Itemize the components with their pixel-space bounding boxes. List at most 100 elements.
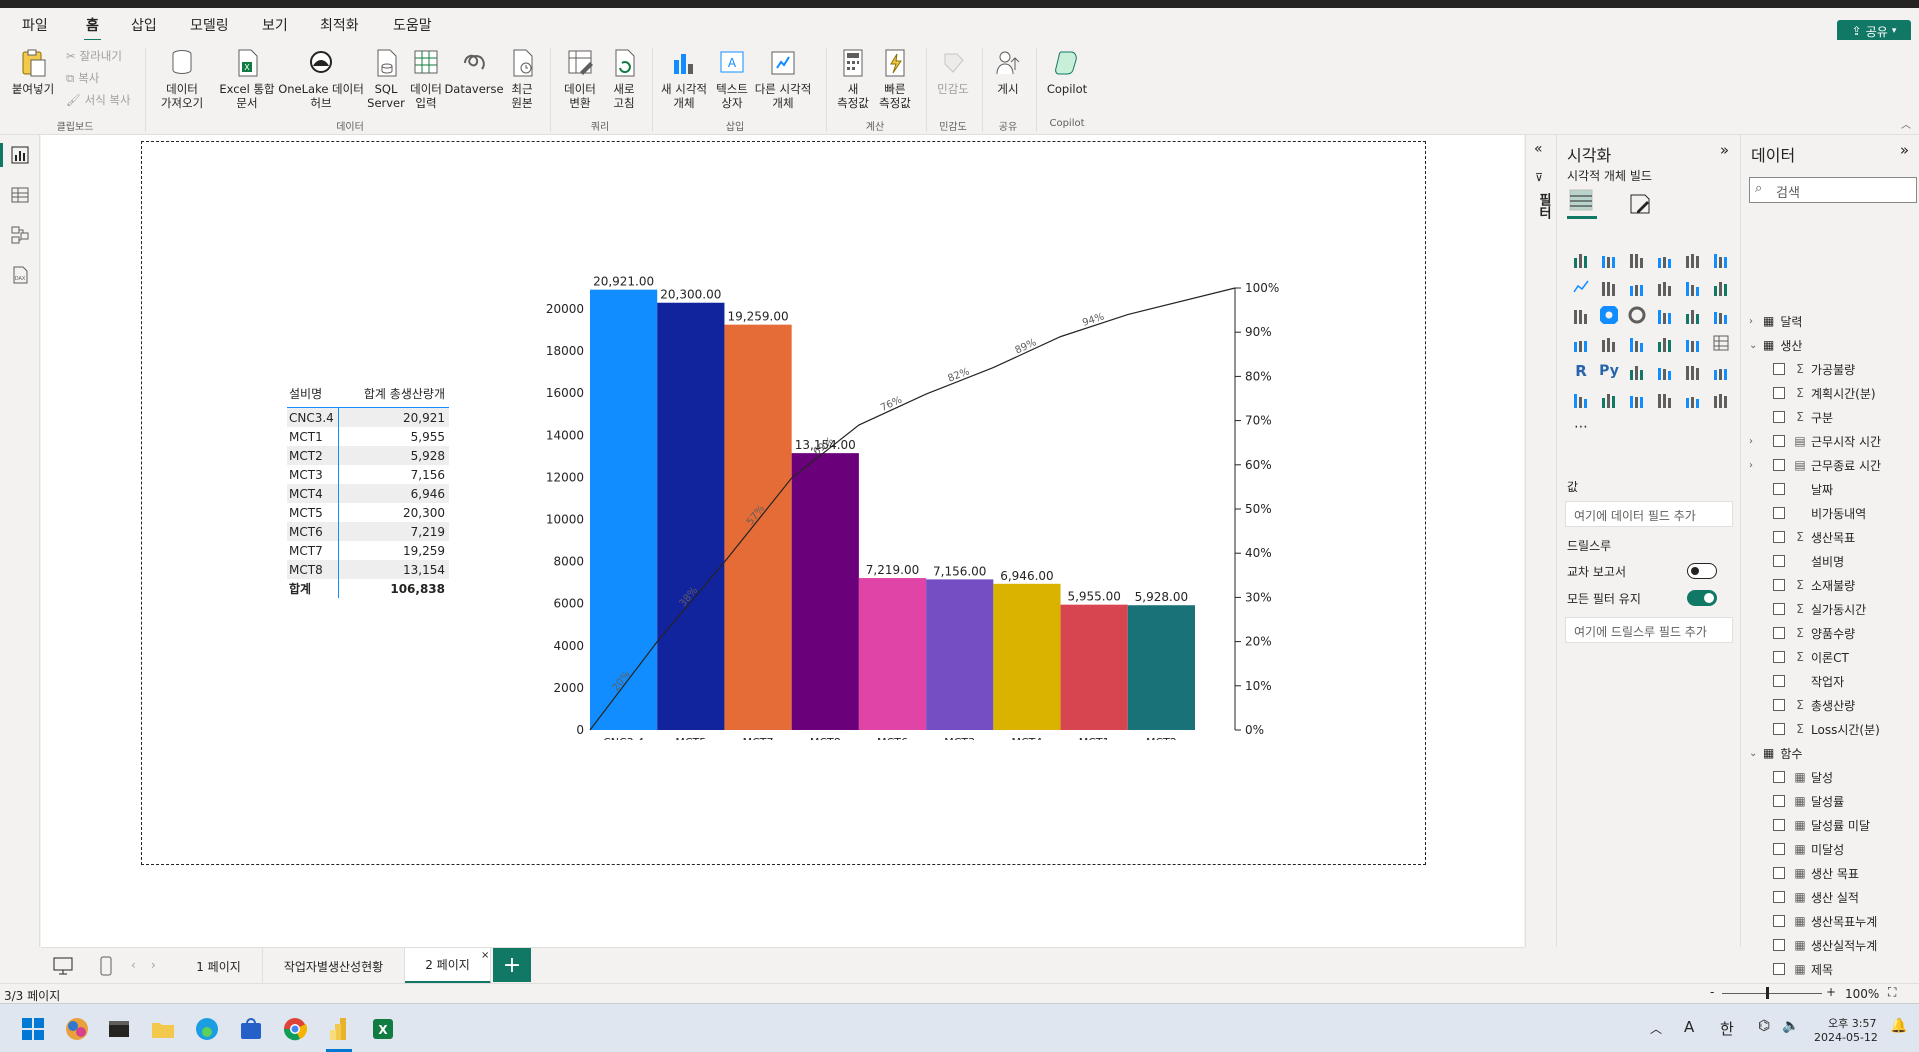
- table-row[interactable]: MCT8 13,154: [287, 560, 449, 579]
- edge-browser-icon[interactable]: [194, 1016, 220, 1042]
- metrics-icon[interactable]: [1567, 385, 1595, 413]
- dax-query-icon[interactable]: DAX: [10, 265, 30, 285]
- table-visual[interactable]: 설비명 합계 총생산량개 CNC3.4 20,921 MCT1 5,955 MCT2…: [287, 380, 449, 598]
- field-checkbox[interactable]: [1773, 963, 1785, 975]
- 100-stacked-bar-icon[interactable]: [1679, 245, 1707, 273]
- table-row[interactable]: MCT2 5,928: [287, 446, 449, 465]
- onelake-button[interactable]: OneLake 데이터 허브: [278, 48, 364, 110]
- field-item[interactable]: Σ 생산목표: [1741, 527, 1919, 547]
- share-button[interactable]: ⇪ 공유 ▾: [1837, 20, 1911, 42]
- expand-filters-icon[interactable]: «: [1534, 141, 1543, 157]
- ribbon-chart-icon[interactable]: [1679, 273, 1707, 301]
- recent-sources-button[interactable]: 최근 원본: [502, 48, 542, 110]
- table-row[interactable]: MCT5 20,300: [287, 503, 449, 522]
- multi-row-card-icon[interactable]: [1623, 329, 1651, 357]
- tray-chevron-icon[interactable]: ︿: [1650, 1020, 1662, 1037]
- field-checkbox[interactable]: [1773, 723, 1785, 735]
- ime-language[interactable]: 한: [1720, 1018, 1734, 1039]
- copy-button[interactable]: ⧉ 복사: [66, 70, 99, 86]
- stacked-column-icon[interactable]: [1595, 245, 1623, 273]
- keep-filters-toggle[interactable]: [1687, 590, 1717, 606]
- key-influencers-icon[interactable]: [1623, 357, 1651, 385]
- field-item[interactable]: Σ 총생산량: [1741, 695, 1919, 715]
- menu-help[interactable]: 도움말: [393, 15, 432, 35]
- fit-page-icon[interactable]: ⛶: [1888, 985, 1896, 1000]
- field-search-input[interactable]: 검색: [1749, 177, 1917, 203]
- field-item[interactable]: ▦ 달성률 미달: [1741, 815, 1919, 835]
- get-data-button[interactable]: 데이터 가져오기: [154, 48, 210, 110]
- clock-time[interactable]: 오후 3:57: [1828, 1015, 1876, 1031]
- menu-file[interactable]: 파일: [22, 15, 48, 35]
- scatter-icon[interactable]: [1567, 301, 1595, 329]
- chrome-browser-icon[interactable]: [282, 1016, 308, 1042]
- mobile-layout-icon[interactable]: [99, 956, 113, 976]
- cut-button[interactable]: ✂ 잘라내기: [66, 48, 122, 64]
- field-item[interactable]: › ▤ 근무종료 시간: [1741, 455, 1919, 475]
- stacked-bar-icon[interactable]: [1567, 245, 1595, 273]
- power-apps-icon[interactable]: [1595, 385, 1623, 413]
- field-table[interactable]: › ▦ 달력: [1741, 311, 1919, 331]
- field-checkbox[interactable]: [1773, 939, 1785, 951]
- gauge-icon[interactable]: [1567, 329, 1595, 357]
- table-header-equipment[interactable]: 설비명: [287, 385, 343, 402]
- page-tab-3[interactable]: 2 페이지: [405, 948, 491, 984]
- sensitivity-button[interactable]: 민감도: [930, 48, 976, 96]
- field-item[interactable]: ▦ 생산 목표: [1741, 863, 1919, 883]
- field-checkbox[interactable]: [1773, 891, 1785, 903]
- field-item[interactable]: 설비명: [1741, 551, 1919, 571]
- decomposition-tree-icon[interactable]: [1651, 357, 1679, 385]
- drillthrough-drop-zone[interactable]: 여기에 드릴스루 필드 추가: [1565, 617, 1733, 643]
- field-item[interactable]: Σ 계획시간(분): [1741, 383, 1919, 403]
- page-tab-2[interactable]: 작업자별생산성현황: [263, 948, 405, 984]
- menu-view[interactable]: 보기: [262, 15, 288, 35]
- filters-pane-collapsed[interactable]: « ⊽ 필터: [1525, 135, 1555, 947]
- refresh-button[interactable]: 새로 고침: [604, 48, 644, 110]
- qa-icon[interactable]: [1679, 357, 1707, 385]
- new-visual-button[interactable]: 새 시각적 개체: [656, 48, 712, 110]
- field-item[interactable]: ▦ 제목: [1741, 959, 1919, 979]
- format-painter-button[interactable]: 🖌 서식 복사: [66, 92, 131, 108]
- chevron-down-icon[interactable]: ⌄: [1749, 340, 1763, 351]
- r-visual-icon[interactable]: R: [1567, 357, 1595, 385]
- new-measure-button[interactable]: 새 측정값: [832, 48, 874, 110]
- field-checkbox[interactable]: [1773, 771, 1785, 783]
- clustered-column-icon[interactable]: [1651, 245, 1679, 273]
- zoom-slider-thumb[interactable]: [1766, 987, 1769, 999]
- field-table[interactable]: ⌄ ▦ 함수: [1741, 743, 1919, 763]
- field-item[interactable]: Σ Loss시간(분): [1741, 719, 1919, 739]
- terminal-icon[interactable]: [106, 1016, 132, 1042]
- field-checkbox[interactable]: [1773, 387, 1785, 399]
- field-checkbox[interactable]: [1773, 411, 1785, 423]
- field-item[interactable]: Σ 양품수량: [1741, 623, 1919, 643]
- next-page-icon[interactable]: ›: [151, 958, 156, 972]
- field-checkbox[interactable]: [1773, 843, 1785, 855]
- menu-home[interactable]: 홈: [84, 15, 101, 42]
- field-checkbox[interactable]: [1773, 867, 1785, 879]
- chevron-right-icon[interactable]: ›: [1749, 436, 1761, 447]
- chevron-down-icon[interactable]: ⌄: [1749, 748, 1763, 759]
- field-item[interactable]: › ▤ 근무시작 시간: [1741, 431, 1919, 451]
- python-visual-icon[interactable]: Py: [1595, 357, 1623, 385]
- field-item[interactable]: ▦ 달성: [1741, 767, 1919, 787]
- 100-stacked-column-icon[interactable]: [1707, 245, 1735, 273]
- field-item[interactable]: Σ 실가동시간: [1741, 599, 1919, 619]
- table-view-icon[interactable]: [10, 185, 30, 205]
- field-item[interactable]: Σ 소재불량: [1741, 575, 1919, 595]
- field-checkbox[interactable]: [1773, 603, 1785, 615]
- pie-chart-icon[interactable]: [1595, 301, 1623, 329]
- field-item[interactable]: 비가동내역: [1741, 503, 1919, 523]
- smart-narrative-icon[interactable]: [1707, 357, 1735, 385]
- field-item[interactable]: Σ 구분: [1741, 407, 1919, 427]
- build-visual-tab[interactable]: [1567, 187, 1597, 219]
- filled-map-icon[interactable]: [1707, 301, 1735, 329]
- file-explorer-icon[interactable]: [150, 1016, 176, 1042]
- store-icon[interactable]: [238, 1016, 264, 1042]
- map-icon[interactable]: [1679, 301, 1707, 329]
- line-column-icon[interactable]: [1623, 273, 1651, 301]
- report-view-icon[interactable]: [10, 145, 30, 165]
- windows-start-icon[interactable]: [20, 1016, 46, 1042]
- power-automate-icon[interactable]: [1623, 385, 1651, 413]
- collapse-viz-pane-icon[interactable]: »: [1720, 141, 1729, 159]
- publish-button[interactable]: 게시: [990, 48, 1026, 96]
- trophy-icon[interactable]: [1651, 385, 1679, 413]
